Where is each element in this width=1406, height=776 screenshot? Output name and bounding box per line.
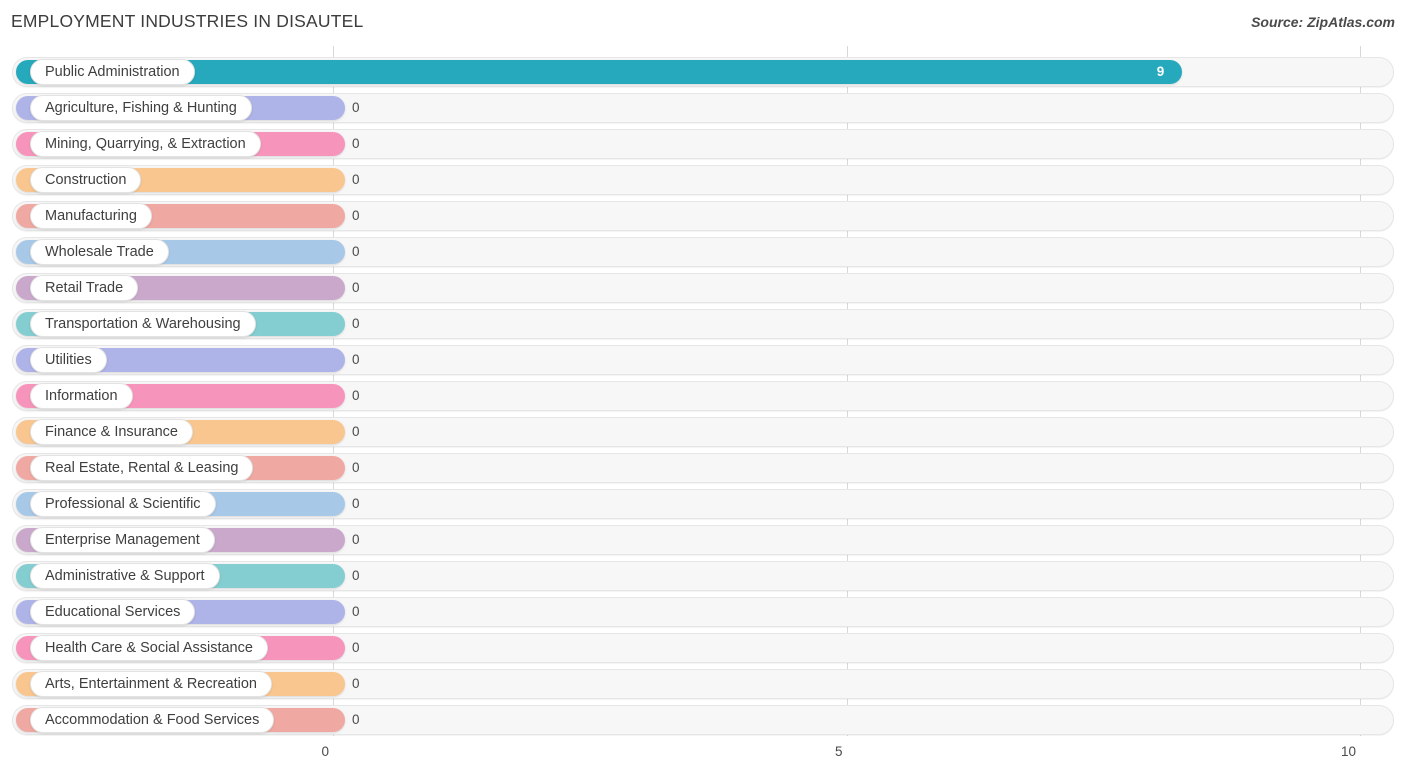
bar-value-label: 0	[352, 136, 360, 151]
bar-category-text: Utilities	[45, 351, 92, 368]
table-row[interactable]: Arts, Entertainment & Recreation 0	[0, 667, 1406, 703]
table-row[interactable]: Real Estate, Rental & Leasing 0	[0, 451, 1406, 487]
bar-category-text: Manufacturing	[45, 207, 137, 224]
bar-category-text: Professional & Scientific	[45, 495, 201, 512]
table-row[interactable]: Agriculture, Fishing & Hunting 0	[0, 91, 1406, 127]
table-row[interactable]: Manufacturing 0	[0, 199, 1406, 235]
table-row[interactable]: Retail Trade 0	[0, 271, 1406, 307]
bar-value-label: 0	[352, 532, 360, 547]
table-row[interactable]: Enterprise Management 0	[0, 523, 1406, 559]
x-axis-tick-0: 0	[321, 744, 329, 759]
table-row[interactable]: Finance & Insurance 0	[0, 415, 1406, 451]
bar-value-label: 0	[352, 352, 360, 367]
bar-value-label: 0	[352, 100, 360, 115]
bar-category-label: Public Administration	[30, 59, 195, 85]
x-axis-tick-5: 5	[834, 744, 843, 759]
table-row[interactable]: Health Care & Social Assistance 0	[0, 631, 1406, 667]
bar-category-label: Construction	[30, 167, 142, 193]
bar-category-label: Transportation & Warehousing	[30, 311, 256, 337]
bar-category-label: Accommodation & Food Services	[30, 707, 275, 733]
bar-value-label: 0	[352, 460, 360, 475]
bar-category-label: Educational Services	[30, 599, 196, 625]
source-attribution: Source: ZipAtlas.com	[1251, 14, 1395, 30]
bar-value-label: 0	[352, 244, 360, 259]
bar-value-label: 0	[352, 604, 360, 619]
bar-category-text: Construction	[45, 171, 127, 188]
bar-value-label: 0	[352, 424, 360, 439]
bar-value-label: 0	[352, 280, 360, 295]
bar-value-label: 9	[1156, 64, 1165, 79]
table-row[interactable]: Transportation & Warehousing 0	[0, 307, 1406, 343]
bar-category-label: Arts, Entertainment & Recreation	[30, 671, 272, 697]
bar-category-text: Public Administration	[45, 63, 180, 80]
table-row[interactable]: Professional & Scientific 0	[0, 487, 1406, 523]
bar-category-text: Wholesale Trade	[45, 243, 154, 260]
table-row[interactable]: Public Administration 9	[0, 55, 1406, 91]
table-row[interactable]: Utilities 0	[0, 343, 1406, 379]
bar-category-text: Transportation & Warehousing	[45, 315, 241, 332]
bar-category-label: Mining, Quarrying, & Extraction	[30, 131, 261, 157]
table-row[interactable]: Administrative & Support 0	[0, 559, 1406, 595]
bar-category-label: Retail Trade	[30, 275, 139, 301]
table-row[interactable]: Accommodation & Food Services 0	[0, 703, 1406, 739]
bar-value-label: 0	[352, 316, 360, 331]
bar-category-label: Information	[30, 383, 133, 409]
bar-category-text: Retail Trade	[45, 279, 124, 296]
bar-category-text: Health Care & Social Assistance	[45, 639, 253, 656]
bar-category-text: Mining, Quarrying, & Extraction	[45, 135, 246, 152]
bar-category-text: Administrative & Support	[45, 567, 205, 584]
bar-category-label: Finance & Insurance	[30, 419, 193, 445]
bar-value-label: 0	[352, 712, 360, 727]
table-row[interactable]: Educational Services 0	[0, 595, 1406, 631]
bar-category-label: Wholesale Trade	[30, 239, 169, 265]
bar-value-label: 0	[352, 640, 360, 655]
bar-category-text: Enterprise Management	[45, 531, 200, 548]
bar-category-text: Arts, Entertainment & Recreation	[45, 675, 257, 692]
bar-category-label: Agriculture, Fishing & Hunting	[30, 95, 252, 121]
bar-category-label: Health Care & Social Assistance	[30, 635, 268, 661]
bar-value-label: 0	[352, 676, 360, 691]
bar-value-label: 0	[352, 172, 360, 187]
bar-value-label: 0	[352, 496, 360, 511]
table-row[interactable]: Mining, Quarrying, & Extraction 0	[0, 127, 1406, 163]
x-axis-tick-10: 10	[1340, 744, 1356, 759]
bar-category-label: Real Estate, Rental & Leasing	[30, 455, 254, 481]
x-axis: 0 5 10	[0, 736, 1406, 776]
bar-category-text: Agriculture, Fishing & Hunting	[45, 99, 237, 116]
bar-category-label: Enterprise Management	[30, 527, 215, 553]
chart-plot-area: Public Administration 9 Agriculture, Fishi…	[0, 46, 1406, 736]
chart-header: EMPLOYMENT INDUSTRIES IN DISAUTEL Source…	[0, 0, 1406, 46]
table-row[interactable]: Construction 0	[0, 163, 1406, 199]
bar-value-label: 0	[352, 388, 360, 403]
bar-category-label: Administrative & Support	[30, 563, 220, 589]
bar-category-text: Accommodation & Food Services	[45, 711, 260, 728]
bar-category-text: Educational Services	[45, 603, 181, 620]
bar-category-text: Finance & Insurance	[45, 423, 178, 440]
bar-value-label: 0	[352, 568, 360, 583]
table-row[interactable]: Wholesale Trade 0	[0, 235, 1406, 271]
table-row[interactable]: Information 0	[0, 379, 1406, 415]
page-title: EMPLOYMENT INDUSTRIES IN DISAUTEL	[11, 11, 364, 31]
bar-category-text: Information	[45, 387, 118, 404]
bar-category-label: Professional & Scientific	[30, 491, 216, 517]
bar-value-label: 0	[352, 208, 360, 223]
bar-category-label: Manufacturing	[30, 203, 152, 229]
bar-category-label: Utilities	[30, 347, 107, 373]
chart-bar-rows: Public Administration 9 Agriculture, Fishi…	[0, 46, 1406, 736]
bar-category-text: Real Estate, Rental & Leasing	[45, 459, 239, 476]
